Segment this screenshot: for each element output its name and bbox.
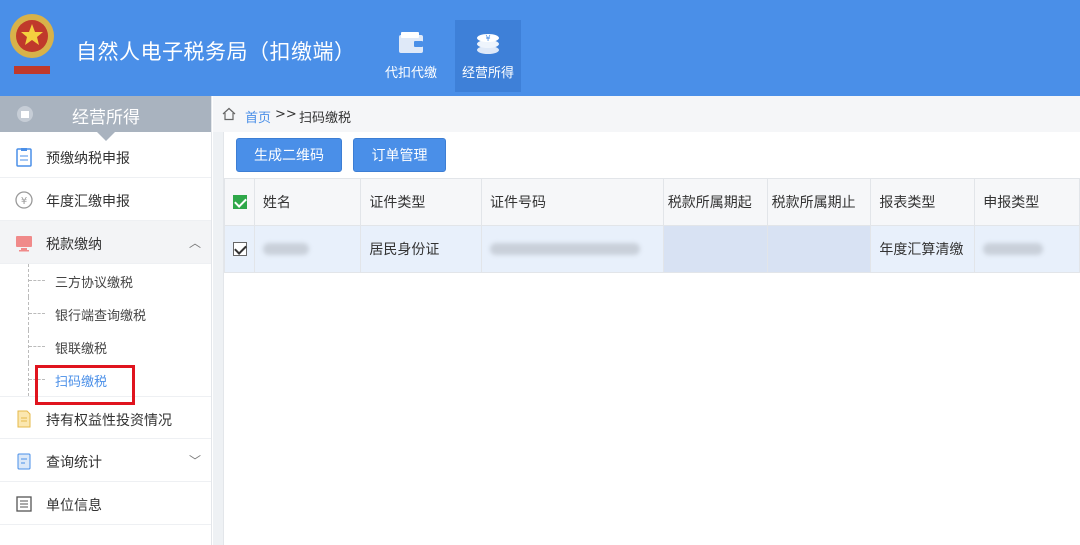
highlight-box [35, 365, 135, 405]
select-all-cell[interactable] [224, 178, 255, 226]
list-icon [16, 496, 32, 512]
col-period-start: 税款所属期起 [662, 178, 768, 226]
breadcrumb: 首页 >> 扫码缴税 [213, 96, 1080, 132]
redacted-name [262, 243, 309, 255]
sidebar-item-label: 查询统计 [46, 455, 102, 471]
tab-withholding-label: 代扣代缴 [384, 66, 437, 81]
sidebar-subitem-bank-query[interactable]: 银行端查询缴税 [28, 297, 211, 330]
cell-period-end [766, 225, 872, 273]
sidebar-item-prepay-declaration[interactable]: 预缴纳税申报 [0, 135, 211, 178]
top-header: 自然人电子税务局（扣缴端） 代扣代缴 ¥ 经营所得 [0, 0, 1080, 96]
tree-connector [29, 313, 45, 314]
tab-business-income-label: 经营所得 [461, 66, 514, 81]
chevron-up-icon[interactable]: ︿ [189, 234, 201, 251]
document-icon [17, 410, 31, 428]
sidebar-item-label: 预缴纳税申报 [46, 151, 130, 167]
row-checkbox[interactable] [233, 242, 247, 256]
sidebar-item-annual-settlement[interactable]: ¥ 年度汇缴申报 [0, 178, 211, 221]
sidebar-subitem-label: 银行端查询缴税 [55, 309, 147, 324]
report-icon [17, 453, 31, 470]
sidebar-home-icon [17, 106, 33, 122]
home-icon[interactable] [222, 107, 236, 121]
sidebar-item-query-stats[interactable]: 查询统计 ﹀ [0, 439, 211, 482]
sidebar-item-label: 年度汇缴申报 [46, 194, 130, 210]
sidebar: 经营所得 预缴纳税申报 ¥ 年度汇缴申报 税款缴纳 ︿ 三方协议缴税 银行端查询… [0, 96, 212, 545]
sidebar-item-label: 税款缴纳 [46, 237, 102, 253]
chevron-down-icon[interactable]: ﹀ [189, 452, 201, 469]
breadcrumb-home-link[interactable]: 首页 [245, 107, 271, 126]
coins-icon: ¥ [477, 34, 499, 54]
tab-withholding[interactable]: 代扣代缴 [378, 20, 444, 92]
wallet-icon [399, 32, 423, 53]
sidebar-menu: 预缴纳税申报 ¥ 年度汇缴申报 税款缴纳 ︿ 三方协议缴税 银行端查询缴税 银联… [0, 135, 211, 525]
select-all-checkbox[interactable] [233, 195, 247, 209]
payment-table: 姓名 证件类型 证件号码 税款所属期起 税款所属期止 报表类型 申报类型 居民身… [224, 178, 1080, 273]
breadcrumb-current: 扫码缴税 [299, 111, 352, 126]
tree-connector [29, 346, 45, 347]
cell-id-number [480, 225, 664, 273]
tax-emblem-logo [10, 14, 54, 74]
redacted-declaration-type [983, 243, 1044, 255]
col-declaration-type: 申报类型 [974, 178, 1080, 226]
col-period-end: 税款所属期止 [766, 178, 872, 226]
main-content: 首页 >> 扫码缴税 生成二维码 订单管理 姓名 证件类型 证件号码 税款所属期… [213, 96, 1080, 545]
table-row[interactable]: 居民身份证 年度汇算清缴 [224, 225, 1080, 273]
col-id-type: 证件类型 [360, 178, 482, 226]
sidebar-item-unit-info[interactable]: 单位信息 [0, 482, 211, 525]
breadcrumb-separator: >> [275, 107, 297, 122]
col-report-type: 报表类型 [870, 178, 976, 226]
cell-report-type: 年度汇算清缴 [870, 225, 976, 273]
sidebar-item-tax-payment[interactable]: 税款缴纳 ︿ [0, 221, 211, 264]
order-management-button[interactable]: 订单管理 [353, 138, 446, 172]
cell-period-start [662, 225, 768, 273]
svg-text:¥: ¥ [485, 34, 490, 43]
sidebar-item-label: 单位信息 [46, 498, 102, 514]
sidebar-subitem-label: 三方协议缴税 [55, 276, 134, 291]
tree-connector [29, 280, 45, 281]
redacted-id-number [489, 243, 640, 255]
sidebar-subitem-label: 银联缴税 [55, 342, 108, 357]
clipboard-icon [16, 148, 32, 167]
col-id-number: 证件号码 [480, 178, 664, 226]
sidebar-subitem-tripartite[interactable]: 三方协议缴税 [28, 264, 211, 297]
cell-id-type: 居民身份证 [360, 225, 482, 273]
col-name: 姓名 [253, 178, 362, 226]
monitor-icon [16, 236, 32, 252]
sidebar-subitem-unionpay[interactable]: 银联缴税 [28, 330, 211, 363]
sidebar-title: 经营所得 [72, 108, 140, 128]
cell-name [253, 225, 362, 273]
sidebar-header: 经营所得 [0, 96, 211, 141]
content-panel: 生成二维码 订单管理 姓名 证件类型 证件号码 税款所属期起 税款所属期止 报表… [223, 132, 1080, 545]
sidebar-item-label: 持有权益性投资情况 [46, 413, 172, 429]
cell-declaration-type [974, 225, 1080, 273]
table-header-row: 姓名 证件类型 证件号码 税款所属期起 税款所属期止 报表类型 申报类型 [224, 178, 1080, 226]
yen-icon: ¥ [15, 191, 33, 209]
svg-text:¥: ¥ [21, 196, 27, 207]
generate-qr-button[interactable]: 生成二维码 [236, 138, 342, 172]
row-select-cell[interactable] [224, 225, 255, 273]
tab-business-income[interactable]: ¥ 经营所得 [455, 20, 521, 92]
app-title: 自然人电子税务局（扣缴端） [76, 40, 356, 64]
